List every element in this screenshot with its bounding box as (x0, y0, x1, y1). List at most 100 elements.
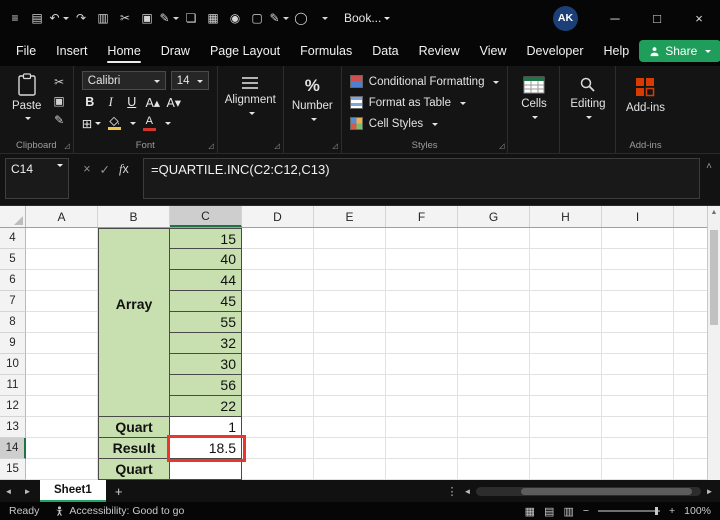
styles-item-format-as-table[interactable]: Format as Table (349, 93, 500, 112)
clipboard-icon[interactable]: ▥ (92, 6, 114, 30)
cell-F4[interactable] (386, 228, 458, 249)
cell-D5[interactable] (242, 249, 314, 270)
workbook-title[interactable]: Book... (344, 11, 391, 25)
name-box[interactable]: C14 (5, 158, 69, 199)
page-break-view-icon[interactable]: ▥ (563, 505, 573, 518)
cell-B14[interactable]: Result (98, 438, 170, 459)
cell-G12[interactable] (458, 396, 530, 417)
cell-C7[interactable]: 45 (170, 291, 242, 312)
cell-H4[interactable] (530, 228, 602, 249)
increase-font-size-icon[interactable]: A▴ (145, 93, 161, 111)
row-header-14[interactable]: 14 (0, 438, 26, 459)
column-header-I[interactable]: I (602, 206, 674, 227)
cell-F6[interactable] (386, 270, 458, 291)
row-header-15[interactable]: 15 (0, 459, 26, 480)
bold-button[interactable]: B (82, 93, 98, 111)
styles-item-cell-styles[interactable]: Cell Styles (349, 114, 500, 133)
cell-H7[interactable] (530, 291, 602, 312)
print-icon[interactable]: ▦ (202, 6, 224, 30)
document-icon[interactable]: ❏ (180, 6, 202, 30)
cell-D13[interactable] (242, 417, 314, 438)
addins-button[interactable]: Add-ins (624, 71, 666, 114)
cell-H11[interactable] (530, 375, 602, 396)
cancel-icon[interactable]: × (83, 162, 90, 176)
cell-D10[interactable] (242, 354, 314, 375)
insert-function-icon[interactable]: fx (119, 162, 129, 177)
menu-tab-formulas[interactable]: Formulas (290, 36, 362, 66)
scroll-right-icon[interactable]: ► (704, 487, 715, 496)
cell-C15[interactable] (170, 459, 242, 480)
format-painter-icon[interactable]: ✎ (158, 6, 180, 30)
cell-I4[interactable] (602, 228, 674, 249)
cell-I11[interactable] (602, 375, 674, 396)
decrease-font-size-icon[interactable]: A▾ (166, 93, 182, 111)
cell-E10[interactable] (314, 354, 386, 375)
cell-A10[interactable] (26, 354, 98, 375)
cell-E12[interactable] (314, 396, 386, 417)
cell-G7[interactable] (458, 291, 530, 312)
cell-G9[interactable] (458, 333, 530, 354)
cut-icon[interactable]: ✂ (54, 75, 64, 89)
menu-tab-file[interactable]: File (6, 36, 46, 66)
minimize-button[interactable]: ─ (594, 0, 636, 36)
cell-G13[interactable] (458, 417, 530, 438)
cell-C4[interactable]: 15 (170, 228, 242, 249)
menu-tab-home[interactable]: Home (97, 36, 150, 66)
page-layout-view-icon[interactable]: ▤ (544, 505, 554, 518)
cell-H8[interactable] (530, 312, 602, 333)
cell-H9[interactable] (530, 333, 602, 354)
row-header-4[interactable]: 4 (0, 228, 26, 249)
menu-tab-draw[interactable]: Draw (151, 36, 200, 66)
borders-icon[interactable]: ⊞ (82, 114, 102, 132)
window-icon[interactable]: ▢ (246, 6, 268, 30)
cell-F14[interactable] (386, 438, 458, 459)
cell-A11[interactable] (26, 375, 98, 396)
cell-I9[interactable] (602, 333, 674, 354)
cell-H5[interactable] (530, 249, 602, 270)
paste-button[interactable]: Paste (8, 71, 45, 123)
cell-H15[interactable] (530, 459, 602, 480)
cell-G15[interactable] (458, 459, 530, 480)
cell-C6[interactable]: 44 (170, 270, 242, 291)
column-header-D[interactable]: D (242, 206, 314, 227)
column-header-A[interactable]: A (26, 206, 98, 227)
menu-tab-help[interactable]: Help (594, 36, 640, 66)
cell-A5[interactable] (26, 249, 98, 270)
styles-item-conditional-formatting[interactable]: Conditional Formatting (349, 72, 500, 91)
cell-A9[interactable] (26, 333, 98, 354)
column-header-B[interactable]: B (98, 206, 170, 227)
cell-C9[interactable]: 32 (170, 333, 242, 354)
draw-pen-icon[interactable]: ✎ (268, 6, 290, 30)
cell-G6[interactable] (458, 270, 530, 291)
cell-D14[interactable] (242, 438, 314, 459)
formula-input[interactable]: =QUARTILE.INC(C2:C12,C13) (143, 158, 700, 199)
avatar[interactable]: AK (553, 5, 578, 31)
cell-D9[interactable] (242, 333, 314, 354)
cell-H6[interactable] (530, 270, 602, 291)
cell-E8[interactable] (314, 312, 386, 333)
scroll-left-icon[interactable]: ◄ (462, 487, 473, 496)
cell-A7[interactable] (26, 291, 98, 312)
cell-D6[interactable] (242, 270, 314, 291)
horizontal-scrollbar[interactable]: ◄ ► (462, 486, 720, 496)
sheet-nav-left-icon[interactable]: ◄ (0, 487, 17, 496)
save-icon[interactable]: ▤ (26, 6, 48, 30)
copy-icon[interactable]: ▣ (53, 94, 64, 108)
cell-I14[interactable] (602, 438, 674, 459)
cell-I15[interactable] (602, 459, 674, 480)
record-icon[interactable]: ◯ (290, 6, 312, 30)
number-dialog-launcher-icon[interactable]: ◿ (332, 143, 337, 150)
styles-dialog-launcher-icon[interactable]: ◿ (499, 143, 504, 150)
column-header-H[interactable]: H (530, 206, 602, 227)
cell-F5[interactable] (386, 249, 458, 270)
cell-E6[interactable] (314, 270, 386, 291)
sheet-tab-sheet1[interactable]: Sheet1 (40, 480, 106, 502)
column-header-E[interactable]: E (314, 206, 386, 227)
cell-H13[interactable] (530, 417, 602, 438)
cell-I7[interactable] (602, 291, 674, 312)
alignment-button[interactable]: Alignment (225, 71, 276, 116)
cell-F13[interactable] (386, 417, 458, 438)
copy-icon[interactable]: ▣ (136, 6, 158, 30)
menu-tab-review[interactable]: Review (409, 36, 470, 66)
share-button[interactable]: Share (639, 40, 720, 62)
